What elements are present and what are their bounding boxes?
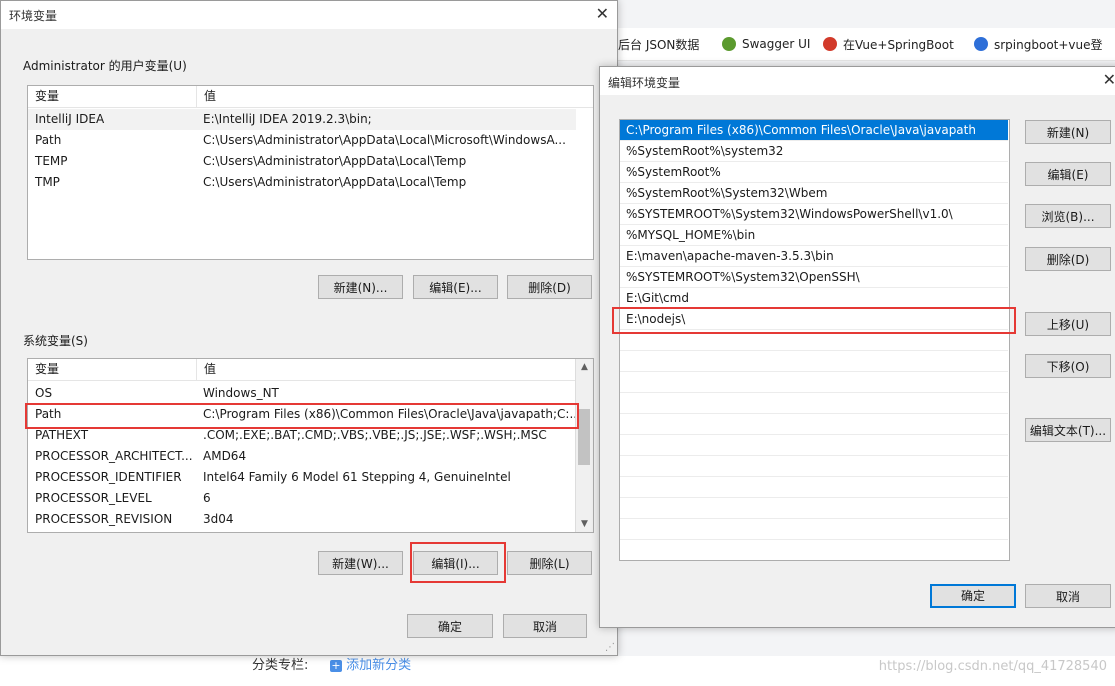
env-dialog-title: 环境变量 bbox=[9, 9, 58, 23]
add-category-label: 添加新分类 bbox=[346, 658, 412, 673]
empty-list-item[interactable] bbox=[620, 414, 1008, 435]
var-name: Path bbox=[35, 133, 62, 147]
bookmark-json[interactable]: 后台 JSON数据 bbox=[618, 36, 699, 52]
empty-list-item[interactable] bbox=[620, 351, 1008, 372]
php-icon bbox=[823, 37, 837, 51]
system-vars-group-label: 系统变量(S) bbox=[23, 334, 88, 348]
list-item[interactable]: %SYSTEMROOT%\System32\OpenSSH\ bbox=[620, 267, 1008, 288]
bookmark-vue-label: 在Vue+SpringBoot bbox=[843, 37, 954, 52]
env-vars-dialog: 环境变量 ✕ Administrator 的用户变量(U) 变量 值 Intel… bbox=[0, 0, 618, 656]
env-dialog-titlebar: 环境变量 ✕ bbox=[1, 1, 617, 29]
table-row[interactable]: IntelliJ IDEA E:\IntelliJ IDEA 2019.2.3\… bbox=[28, 109, 576, 130]
var-value: 3d04 bbox=[203, 512, 234, 526]
column-name-header[interactable]: 变量 bbox=[35, 86, 59, 107]
list-item[interactable]: %MYSQL_HOME%\bin bbox=[620, 225, 1008, 246]
close-icon[interactable]: ✕ bbox=[596, 4, 609, 23]
scroll-up-icon[interactable]: ▲ bbox=[576, 362, 593, 372]
column-value-header[interactable]: 值 bbox=[196, 359, 216, 380]
plus-icon: + bbox=[330, 659, 342, 672]
scroll-thumb[interactable] bbox=[578, 409, 590, 465]
var-name: TMP bbox=[35, 175, 60, 189]
var-name: TEMP bbox=[35, 154, 68, 168]
bookmark-springboot-label: srpingboot+vue登 bbox=[994, 37, 1103, 52]
var-name: PROCESSOR_ARCHITECT... bbox=[35, 449, 193, 463]
add-category-link[interactable]: + 添加新分类 bbox=[330, 654, 411, 673]
empty-list-item[interactable] bbox=[620, 435, 1008, 456]
user-delete-button[interactable]: 删除(D) bbox=[507, 275, 592, 299]
var-value: E:\IntelliJ IDEA 2019.2.3\bin; bbox=[203, 112, 372, 126]
edit-text-button[interactable]: 编辑文本(T)... bbox=[1025, 418, 1111, 442]
move-down-button[interactable]: 下移(O) bbox=[1025, 354, 1111, 378]
user-edit-button[interactable]: 编辑(E)... bbox=[413, 275, 498, 299]
list-item[interactable]: %SYSTEMROOT%\System32\WindowsPowerShell\… bbox=[620, 204, 1008, 225]
user-vars-header: 变量 值 bbox=[28, 86, 593, 108]
var-value: C:\Users\Administrator\AppData\Local\Tem… bbox=[203, 175, 467, 189]
empty-list-item[interactable] bbox=[620, 498, 1008, 519]
env-cancel-button[interactable]: 取消 bbox=[503, 614, 587, 638]
list-item[interactable]: %SystemRoot%\System32\Wbem bbox=[620, 183, 1008, 204]
edit-dialog-title: 编辑环境变量 bbox=[608, 76, 681, 90]
column-value-header[interactable]: 值 bbox=[196, 86, 216, 107]
user-new-button[interactable]: 新建(N)... bbox=[318, 275, 403, 299]
edit-dialog-titlebar: 编辑环境变量 ✕ bbox=[600, 67, 1115, 95]
var-name: OS bbox=[35, 386, 53, 400]
path-row-highlight bbox=[25, 403, 579, 429]
list-item[interactable]: E:\Git\cmd bbox=[620, 288, 1008, 309]
move-up-button[interactable]: 上移(U) bbox=[1025, 312, 1111, 336]
empty-list-item[interactable] bbox=[620, 456, 1008, 477]
edit-cancel-button[interactable]: 取消 bbox=[1025, 584, 1111, 608]
system-new-button[interactable]: 新建(W)... bbox=[318, 551, 403, 575]
edit-delete-button[interactable]: 删除(D) bbox=[1025, 247, 1111, 271]
var-value: Intel64 Family 6 Model 61 Stepping 4, Ge… bbox=[203, 470, 511, 484]
var-value: AMD64 bbox=[203, 449, 247, 463]
empty-list-item[interactable] bbox=[620, 372, 1008, 393]
bookmark-swagger[interactable]: Swagger UI bbox=[722, 36, 810, 52]
var-value: C:\Users\Administrator\AppData\Local\Mic… bbox=[203, 133, 566, 147]
bookmark-json-label: 后台 JSON数据 bbox=[618, 37, 700, 52]
list-item[interactable]: C:\Program Files (x86)\Common Files\Orac… bbox=[620, 120, 1008, 141]
edit-ok-button[interactable]: 确定 bbox=[930, 584, 1016, 608]
empty-list-item[interactable] bbox=[620, 393, 1008, 414]
edit-new-button[interactable]: 新建(N) bbox=[1025, 120, 1111, 144]
var-name: PROCESSOR_REVISION bbox=[35, 512, 173, 526]
path-entries-list: C:\Program Files (x86)\Common Files\Orac… bbox=[619, 119, 1010, 561]
empty-list-item[interactable] bbox=[620, 477, 1008, 498]
column-name-header[interactable]: 变量 bbox=[35, 359, 59, 380]
list-item[interactable]: %SystemRoot% bbox=[620, 162, 1008, 183]
watermark: https://blog.csdn.net/qq_41728540 bbox=[878, 659, 1107, 674]
env-ok-button[interactable]: 确定 bbox=[407, 614, 493, 638]
edit-edit-button[interactable]: 编辑(E) bbox=[1025, 162, 1111, 186]
system-vars-table: 变量 值 OS Windows_NT Path C:\Program Files… bbox=[27, 358, 594, 533]
system-delete-button[interactable]: 删除(L) bbox=[507, 551, 592, 575]
scroll-down-icon[interactable]: ▼ bbox=[576, 519, 593, 529]
var-value: C:\Users\Administrator\AppData\Local\Tem… bbox=[203, 154, 467, 168]
var-value: Windows_NT bbox=[203, 386, 279, 400]
edit-browse-button[interactable]: 浏览(B)... bbox=[1025, 204, 1111, 228]
system-vars-scrollbar[interactable]: ▲ ▼ bbox=[575, 359, 593, 532]
bookmarks-bar: 后台 JSON数据 Swagger UI 在Vue+SpringBoot srp… bbox=[616, 28, 1115, 61]
var-name: PROCESSOR_LEVEL bbox=[35, 491, 152, 505]
system-vars-header: 变量 值 bbox=[28, 359, 576, 381]
edit-button-highlight bbox=[410, 542, 506, 583]
resize-grip-icon[interactable]: ⋰ bbox=[605, 642, 615, 653]
bookmark-springboot[interactable]: srpingboot+vue登 bbox=[974, 36, 1103, 52]
category-label: 分类专栏: bbox=[252, 658, 309, 673]
var-value: 6 bbox=[203, 491, 211, 505]
bookmark-vue[interactable]: 在Vue+SpringBoot bbox=[823, 36, 954, 52]
list-item[interactable]: %SystemRoot%\system32 bbox=[620, 141, 1008, 162]
var-name: PROCESSOR_IDENTIFIER bbox=[35, 470, 182, 484]
list-item[interactable]: E:\maven\apache-maven-3.5.3\bin bbox=[620, 246, 1008, 267]
swagger-icon bbox=[722, 37, 736, 51]
var-name: IntelliJ IDEA bbox=[35, 112, 105, 126]
nodejs-entry-highlight bbox=[612, 307, 1016, 334]
user-vars-group-label: Administrator 的用户变量(U) bbox=[23, 59, 187, 73]
empty-list-item[interactable] bbox=[620, 519, 1008, 540]
paw-icon bbox=[974, 37, 988, 51]
edit-env-var-dialog: 编辑环境变量 ✕ C:\Program Files (x86)\Common F… bbox=[599, 66, 1115, 628]
user-vars-table: 变量 值 IntelliJ IDEA E:\IntelliJ IDEA 2019… bbox=[27, 85, 594, 260]
close-icon[interactable]: ✕ bbox=[1103, 70, 1115, 89]
bookmark-swagger-label: Swagger UI bbox=[742, 37, 811, 51]
